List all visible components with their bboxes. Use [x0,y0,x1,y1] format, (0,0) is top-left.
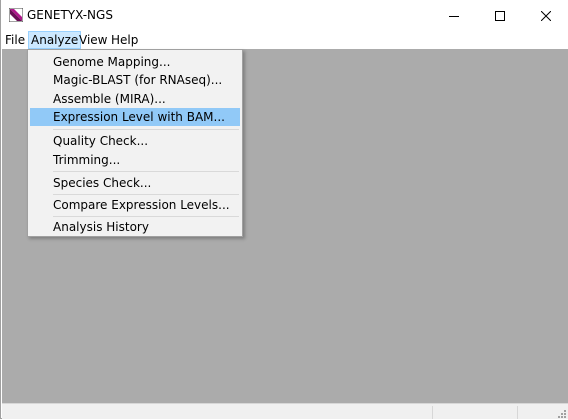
menu-help[interactable]: Help [109,31,140,49]
menu-item-quality-check[interactable]: Quality Check... [30,132,240,150]
menu-separator [53,216,239,217]
app-logo-icon [9,8,23,22]
maximize-icon [495,10,505,21]
maximize-button[interactable] [477,0,523,31]
minimize-icon [449,15,459,17]
title-bar[interactable]: GENETYX-NGS [1,0,568,31]
resize-grip-icon[interactable] [556,408,566,418]
window-title: GENETYX-NGS [27,8,113,22]
status-bar [2,403,568,419]
menu-item-genome-mapping[interactable]: Genome Mapping... [30,53,240,71]
menu-item-trimming[interactable]: Trimming... [30,151,240,169]
menu-analyze[interactable]: Analyze [28,31,82,49]
close-button[interactable] [523,0,568,31]
menu-item-magic-blast[interactable]: Magic-BLAST (for RNAseq)... [30,71,240,89]
status-separator [517,406,518,419]
app-window: GENETYX-NGS File Analyze View Help Genom… [0,0,568,419]
minimize-button[interactable] [431,0,477,31]
menu-item-expression-level-bam[interactable]: Expression Level with BAM... [30,108,240,126]
analyze-dropdown-menu: Genome Mapping... Magic-BLAST (for RNAse… [27,49,243,237]
menu-separator [53,171,239,172]
menu-item-analysis-history[interactable]: Analysis History [30,218,240,236]
menu-separator [53,129,239,130]
menu-file[interactable]: File [3,31,27,49]
menu-item-assemble-mira[interactable]: Assemble (MIRA)... [30,90,240,108]
menu-view[interactable]: View [77,31,109,49]
close-icon [541,10,551,21]
menu-separator [53,194,239,195]
menu-bar: File Analyze View Help [1,31,568,49]
menu-item-compare-expression-levels[interactable]: Compare Expression Levels... [30,196,240,214]
menu-item-species-check[interactable]: Species Check... [30,174,240,192]
status-separator [432,406,433,419]
